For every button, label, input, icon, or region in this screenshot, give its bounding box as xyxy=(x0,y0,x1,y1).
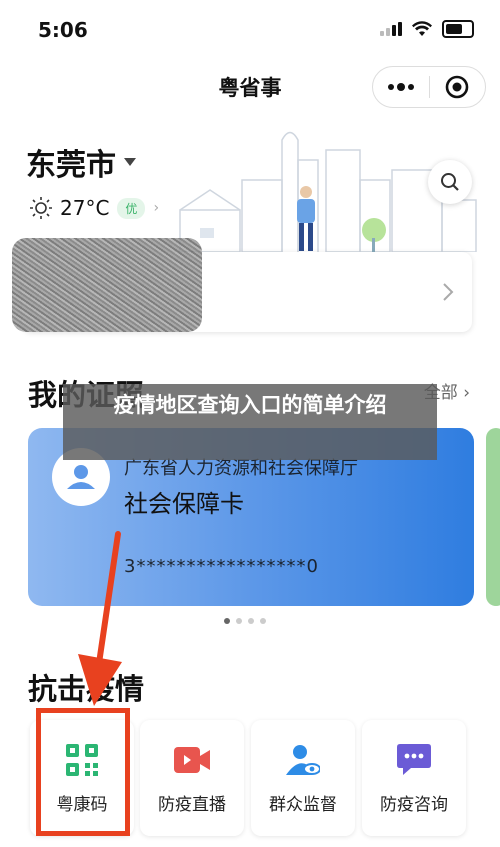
redacted-scribble xyxy=(12,238,202,332)
person-eye-icon xyxy=(285,742,321,778)
chevron-right-icon: › xyxy=(153,200,160,216)
person-figure xyxy=(297,186,315,251)
caret-down-icon xyxy=(124,158,136,166)
more-dots-icon xyxy=(387,83,414,91)
wifi-icon xyxy=(412,21,432,36)
red-arrow-annotation xyxy=(78,531,122,706)
service-tile-supervision[interactable]: 群众监督 xyxy=(251,720,355,836)
article-title-banner: 疫情地区查询入口的简单介绍 xyxy=(63,384,437,460)
city-name: 东莞市 xyxy=(26,148,116,183)
chevron-right-icon: › xyxy=(463,383,470,403)
signal-icon xyxy=(380,22,402,36)
air-quality-badge: 优 xyxy=(117,197,146,219)
chat-bubble-icon xyxy=(396,742,432,778)
service-tile-consult[interactable]: 防疫咨询 xyxy=(362,720,466,836)
card-name: 社会保障卡 xyxy=(124,490,244,518)
next-card-peek[interactable] xyxy=(486,428,500,606)
service-label: 防疫咨询 xyxy=(380,795,448,815)
close-button[interactable] xyxy=(430,75,486,99)
status-icons xyxy=(380,20,474,38)
service-tile-live[interactable]: 防疫直播 xyxy=(140,720,244,836)
service-label: 防疫直播 xyxy=(158,795,226,815)
weather-info[interactable]: 27°C 优 › xyxy=(30,196,159,220)
card-number: 3*****************0 xyxy=(124,556,319,577)
service-label: 群众监督 xyxy=(269,795,337,815)
sun-icon xyxy=(30,197,52,219)
chevron-right-icon xyxy=(443,283,454,301)
highlight-box-annotation xyxy=(36,708,130,836)
carousel-dots xyxy=(224,618,266,624)
search-icon xyxy=(441,173,459,191)
target-circle-icon xyxy=(445,75,469,99)
mini-program-capsule xyxy=(372,66,486,108)
status-time: 5:06 xyxy=(38,18,88,42)
battery-icon xyxy=(442,20,474,38)
more-button[interactable] xyxy=(373,83,429,91)
city-selector[interactable]: 东莞市 xyxy=(26,140,136,184)
search-button[interactable] xyxy=(428,160,472,204)
temperature: 27°C xyxy=(60,196,110,220)
video-camera-icon xyxy=(174,742,210,778)
